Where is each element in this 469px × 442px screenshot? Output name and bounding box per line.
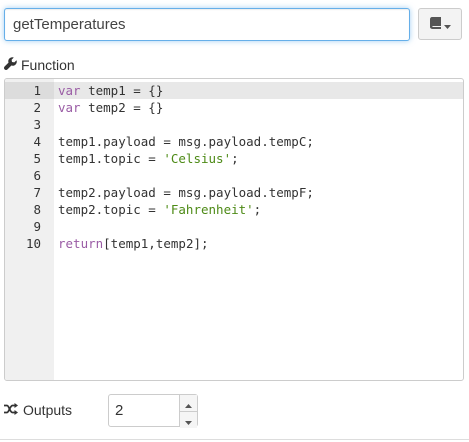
wrench-icon [4, 57, 17, 73]
code-token: temp1 = {} [80, 83, 164, 98]
line-number: 9 [33, 219, 41, 234]
code-lines: 1 var temp1 = {} 2 var temp2 = {} 3 4 temp1.pa… [5, 82, 463, 252]
code-token: [temp1,temp2]; [103, 236, 209, 251]
code-string: 'Celsius' [163, 151, 232, 166]
spinner-up-button[interactable] [180, 395, 197, 411]
code-text: temp1.topic = 'Celsius'; [41, 150, 239, 167]
outputs-spinner [108, 394, 198, 428]
node-name-input[interactable] [4, 8, 410, 41]
code-line: 2 var temp2 = {} [5, 99, 463, 116]
code-line: 8 temp2.topic = 'Fahrenheit'; [5, 201, 463, 218]
caret-down-icon [185, 412, 192, 428]
code-line: 7 temp2.payload = msg.payload.tempF; [5, 184, 463, 201]
code-text: var temp2 = {} [41, 99, 163, 116]
line-number: 1 [33, 83, 41, 98]
code-token: ; [231, 151, 239, 166]
code-text: temp2.topic = 'Fahrenheit'; [41, 201, 261, 218]
line-number: 7 [33, 185, 41, 200]
form-divider [0, 439, 469, 440]
code-string: 'Fahrenheit' [163, 202, 254, 217]
library-button[interactable] [418, 8, 462, 40]
line-number: 5 [33, 151, 41, 166]
outputs-label-row: Outputs [4, 400, 72, 420]
code-text: var temp1 = {} [41, 82, 163, 99]
code-keyword: return [58, 236, 104, 251]
code-keyword: var [58, 100, 81, 115]
code-token: ; [253, 202, 262, 217]
line-number: 6 [33, 168, 41, 183]
line-number: 4 [33, 134, 41, 149]
code-editor[interactable]: 1 var temp1 = {} 2 var temp2 = {} 3 4 temp1.pa… [4, 78, 464, 381]
code-token: temp1.topic = [58, 151, 164, 166]
code-token: temp1.payload = msg.payload.tempC; [58, 134, 314, 149]
code-line: 6 [5, 167, 463, 184]
line-number: 8 [33, 202, 41, 217]
function-label: Function [21, 57, 75, 73]
spinner-buttons [179, 395, 197, 428]
outputs-label: Outputs [23, 402, 73, 418]
code-token: temp2.topic = [58, 202, 164, 217]
code-text: temp2.payload = msg.payload.tempF; [41, 184, 314, 201]
line-number: 10 [25, 236, 41, 251]
code-text: return[temp1,temp2]; [41, 235, 209, 252]
spinner-down-button[interactable] [180, 411, 197, 428]
shuffle-icon [4, 402, 18, 418]
caret-up-icon [185, 395, 192, 411]
code-line: 9 [5, 218, 463, 235]
code-text: temp1.payload = msg.payload.tempC; [41, 133, 314, 150]
function-node-editor: Function 1var temp1 = {}2var temp2 = {}3… [0, 0, 469, 442]
code-line: 4 temp1.payload = msg.payload.tempC; [5, 133, 463, 150]
line-number: 2 [33, 100, 41, 115]
book-icon [429, 16, 441, 32]
code-token: temp2 = {} [80, 100, 164, 115]
chevron-down-icon [443, 16, 451, 32]
code-keyword: var [58, 83, 81, 98]
outputs-count-input[interactable] [109, 395, 179, 426]
code-token: temp2.payload = msg.payload.tempF; [58, 185, 314, 200]
code-line: 3 [5, 116, 463, 133]
code-line: 1 var temp1 = {} [5, 82, 463, 99]
function-label-row: Function [4, 55, 75, 75]
line-number: 3 [33, 117, 41, 132]
code-line: 10 return[temp1,temp2]; [5, 235, 463, 252]
code-line: 5 temp1.topic = 'Celsius'; [5, 150, 463, 167]
